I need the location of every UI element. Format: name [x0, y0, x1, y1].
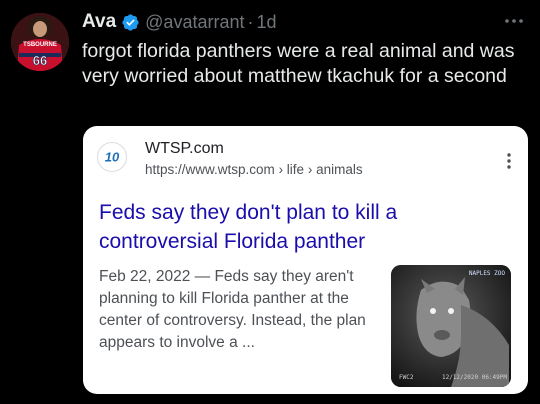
url-text: https://www.wtsp.com	[145, 162, 275, 177]
verified-badge-icon	[121, 13, 140, 32]
site-url: https://www.wtsp.com › life › animals	[145, 162, 363, 177]
breadcrumb: › life › animals	[278, 162, 363, 177]
display-name[interactable]: Ava	[82, 11, 116, 33]
tweet-text: forgot florida panthers were a real anim…	[82, 40, 515, 87]
handle[interactable]: @avatarrant	[145, 12, 244, 33]
logo-text: 10	[105, 150, 120, 165]
thumbnail-corner-tag: NAPLES ZOO	[468, 270, 505, 277]
panther-thumbnail[interactable]: NAPLES ZOO FWC2 12/12/2020 06:49PM	[391, 265, 511, 387]
wtsp-logo-icon: 10	[97, 142, 127, 172]
result-title-link[interactable]: Feds say they don't plan to kill a contr…	[99, 198, 489, 256]
svg-text:TSBOURNE: TSBOURNE	[23, 42, 57, 48]
thumbnail-cam-id: FWC2	[399, 374, 414, 381]
tweet-header: Ava @avatarrant · 1d	[82, 11, 277, 33]
link-card[interactable]: 10 WTSP.com https://www.wtsp.com › life …	[83, 126, 528, 394]
result-snippet: Feb 22, 2022 — Feds say they aren't plan…	[99, 268, 366, 351]
trail-cam-image	[391, 265, 511, 387]
more-horizontal-icon[interactable]	[504, 13, 524, 23]
site-name: WTSP.com	[145, 140, 224, 157]
separator-dot: ·	[247, 11, 254, 32]
avatar[interactable]: TSBOURNE 66	[11, 13, 69, 71]
timestamp[interactable]: 1d	[256, 12, 276, 33]
svg-text:66: 66	[33, 53, 47, 68]
avatar-image: TSBOURNE 66	[11, 13, 69, 71]
thumbnail-timestamp: 12/12/2020 06:49PM	[441, 374, 507, 381]
more-vertical-icon[interactable]	[506, 152, 512, 170]
